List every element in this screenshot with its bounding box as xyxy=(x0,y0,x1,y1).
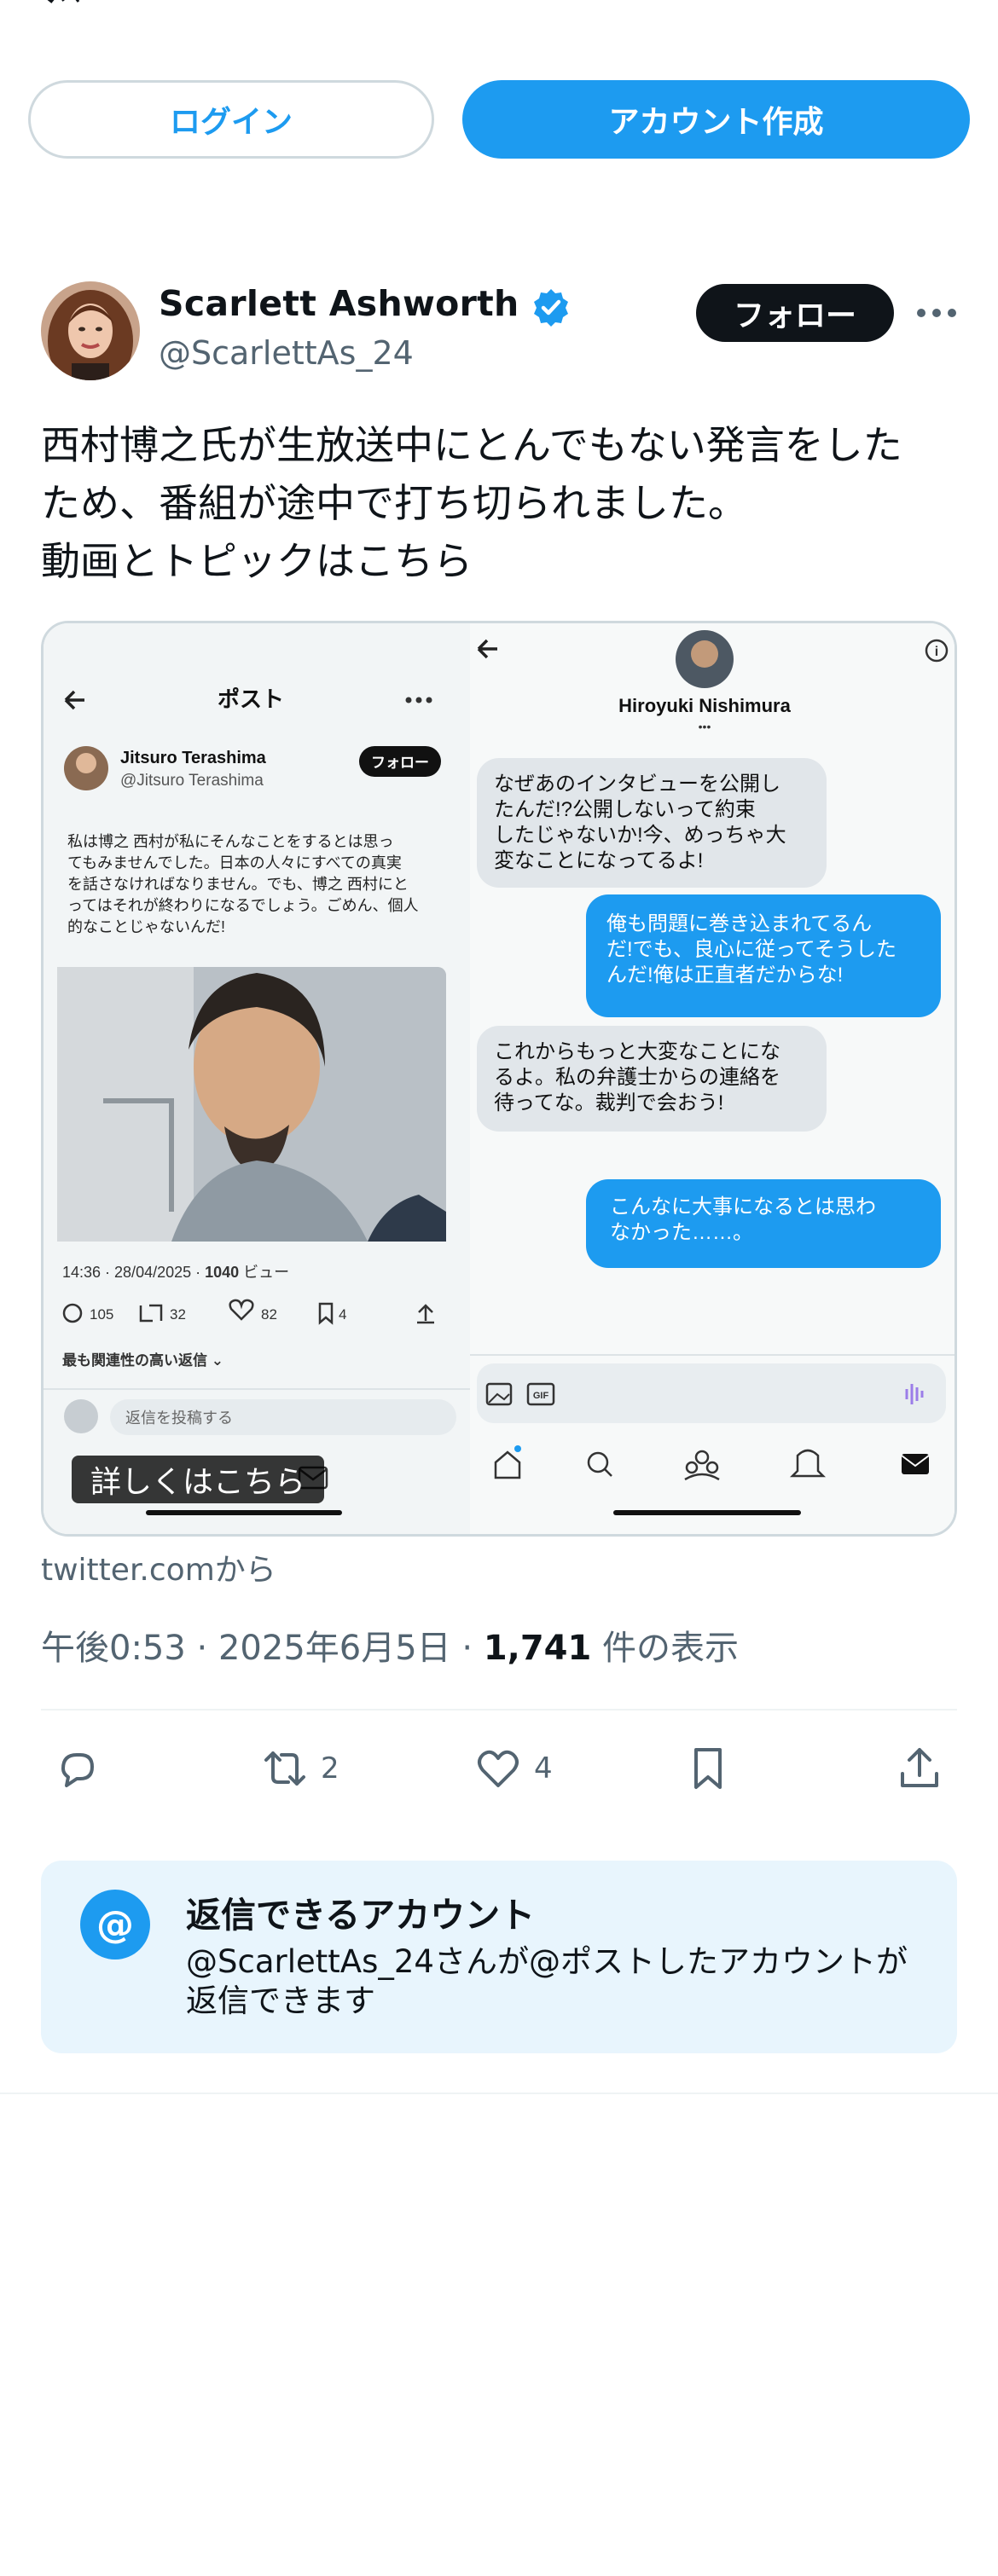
divider xyxy=(41,1709,957,1711)
tweet-text-line: 動画とトピックはこちら xyxy=(41,538,473,584)
left-like-count: 82 xyxy=(261,1306,277,1323)
message-line: 俺も問題に巻き込まれてるん xyxy=(606,912,872,935)
left-reply-count: 105 xyxy=(90,1306,113,1323)
contact-name: Hiroyuki Nishimura xyxy=(618,695,791,716)
tweet-text: 西村博之氏が生放送中にとんでもない発言をした ため、番組が途中で打ち切られました… xyxy=(41,416,971,590)
left-photo xyxy=(57,967,446,1242)
views-label: 件の表示 xyxy=(591,1629,740,1668)
message-line: なぜあのインタビューを公開し xyxy=(494,773,780,796)
divider xyxy=(0,2093,998,2094)
retweet-button[interactable]: 2 xyxy=(259,1741,339,1796)
views-count: 1,741 xyxy=(483,1629,592,1668)
left-body-line: ってはそれが終わりになるでしょう。ごめん、個人 xyxy=(67,897,419,914)
contact-sub: ••• xyxy=(699,720,711,733)
more-options-icon[interactable] xyxy=(914,294,959,332)
message-line: たんだ!?公開しないって約束 xyxy=(494,798,756,821)
author-display-name[interactable]: Scarlett Ashworth xyxy=(159,283,519,324)
verified-badge-icon xyxy=(534,289,568,327)
message-line: こんなに大事になるとは思わ xyxy=(610,1195,876,1219)
left-reply-placeholder: 返信を投稿する xyxy=(125,1410,233,1427)
media-card[interactable]: ポスト Jitsuro Terashima @Jitsuro Terashima… xyxy=(41,621,957,1537)
bookmark-button[interactable] xyxy=(682,1741,734,1796)
message-line: だ!でも、良心に従ってそうした xyxy=(606,938,896,961)
left-sort-label: 最も関連性の高い返信 ⌄ xyxy=(62,1352,223,1369)
left-author-name: Jitsuro Terashima xyxy=(120,749,267,767)
message-line: るよ。私の弁護士からの連絡を xyxy=(494,1066,780,1089)
retweet-icon xyxy=(264,1751,305,1786)
media-more-badge[interactable]: 詳しくはこちら xyxy=(72,1456,325,1503)
message-line: んだ!俺は正直者だからな! xyxy=(606,964,843,987)
x-logo-icon[interactable] xyxy=(41,0,96,17)
follow-button[interactable]: フォロー xyxy=(696,284,894,342)
left-bookmark-count: 4 xyxy=(339,1306,346,1323)
media-image: ポスト Jitsuro Terashima @Jitsuro Terashima… xyxy=(44,623,954,1534)
auth-bar: ログイン アカウント作成 xyxy=(28,80,970,159)
nav-messages-icon xyxy=(902,1454,929,1474)
left-repost-count: 32 xyxy=(170,1306,186,1323)
reply-settings-box: @ 返信できるアカウント @ScarlettAs_24さんが@ポストしたアカウン… xyxy=(41,1861,957,2053)
left-reply-avatar xyxy=(64,1399,98,1433)
message-line: なかった……。 xyxy=(610,1221,753,1244)
left-body-line: てもみませんでした。日本の人々にすべての真実 xyxy=(67,854,402,871)
left-author-handle: @Jitsuro Terashima xyxy=(120,772,264,790)
left-body-line: 的なことじゃないんだ! xyxy=(67,918,225,935)
left-body-line: を話さなければなりません。でも、博之 西村にと xyxy=(67,876,409,893)
signup-button[interactable]: アカウント作成 xyxy=(462,80,970,159)
heart-icon xyxy=(478,1750,519,1787)
message-line: 待ってな。裁判で会おう! xyxy=(494,1091,723,1114)
reply-icon xyxy=(61,1753,94,1787)
like-button[interactable]: 4 xyxy=(473,1741,553,1796)
link-source[interactable]: twitter.comから xyxy=(41,1545,276,1589)
message-line: 変なことになってるよ! xyxy=(494,849,703,872)
tweet-meta: 午後0:53 · 2025年6月5日 · 1,741 件の表示 xyxy=(41,1620,739,1670)
mention-icon: @ xyxy=(80,1890,150,1959)
bookmark-icon xyxy=(694,1748,722,1789)
retweet-count: 2 xyxy=(321,1751,339,1786)
share-button[interactable] xyxy=(894,1741,945,1796)
reply-button[interactable] xyxy=(51,1741,113,1796)
message-line: したじゃないか!今、めっちゃ大 xyxy=(494,824,786,847)
tweet-text-line: ため、番組が途中で打ち切られました。 xyxy=(41,480,747,526)
gif-label: GIF xyxy=(533,1391,549,1401)
svg-text:i: i xyxy=(935,645,938,659)
author-handle[interactable]: @ScarlettAs_24 xyxy=(159,334,414,372)
login-button[interactable]: ログイン xyxy=(28,80,434,159)
like-count: 4 xyxy=(534,1751,553,1786)
message-line: これからもっと大変なことにな xyxy=(494,1040,780,1063)
tweet-text-line: 西村博之氏が生放送中にとんでもない発言をした xyxy=(41,422,902,468)
left-more-icon xyxy=(405,697,432,703)
left-header-title: ポスト xyxy=(218,686,284,712)
reply-settings-title: 返信できるアカウント xyxy=(186,1895,536,1936)
avatar[interactable] xyxy=(41,281,140,380)
left-timestamp: 14:36 · 28/04/2025 · 1040 ビュー xyxy=(62,1264,289,1281)
reply-settings-desc: @ScarlettAs_24さんが@ポストしたアカウントが返信できます xyxy=(186,1943,908,2019)
left-follow-button: フォロー xyxy=(371,755,429,771)
left-body-line: 私は博之 西村が私にそんなことをするとは思っ xyxy=(67,833,394,850)
tweet-timestamp[interactable]: 午後0:53 · 2025年6月5日 · xyxy=(41,1629,484,1668)
share-icon xyxy=(901,1748,938,1787)
